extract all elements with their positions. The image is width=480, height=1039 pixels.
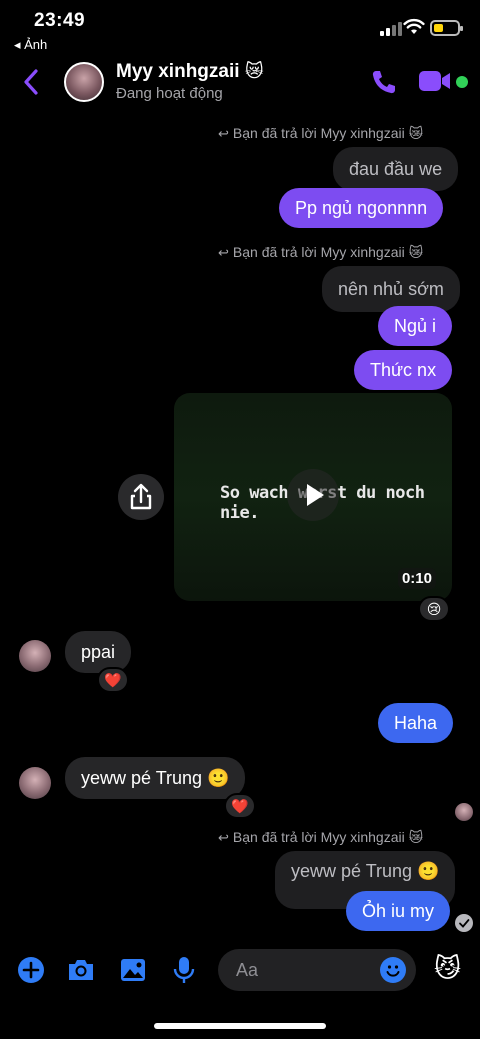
message-input[interactable]: Aa <box>218 949 416 991</box>
reply-label-text: Bạn đã trả lời Myy xinhgzaii 😿 <box>232 125 424 141</box>
contact-avatar-small[interactable] <box>19 640 51 672</box>
microphone-icon[interactable] <box>169 955 199 985</box>
cellular-signal-icon <box>380 22 402 36</box>
wifi-icon <box>403 18 425 34</box>
gallery-icon[interactable] <box>118 955 148 985</box>
received-message[interactable]: ppai <box>65 631 132 673</box>
contact-name[interactable]: Myy xinhgzaii 😿 <box>116 61 264 83</box>
emoji-icon[interactable] <box>380 957 406 983</box>
phone-call-icon[interactable] <box>370 68 398 96</box>
quick-reaction-button[interactable]: 😼 <box>434 953 461 984</box>
reply-label-text: Bạn đã trả lời Myy xinhgzaii 😿 <box>232 244 424 260</box>
battery-icon <box>430 20 463 36</box>
camera-icon[interactable] <box>66 955 96 985</box>
reply-label: ↩ Bạn đã trả lời Myy xinhgzaii 😿 <box>218 125 423 142</box>
reaction-badge[interactable]: ❤️ <box>224 793 256 819</box>
contact-emoji: 😿 <box>244 61 264 81</box>
contact-status: Đang hoạt động <box>116 85 223 102</box>
reply-arrow-icon: ↩ <box>218 126 229 141</box>
quoted-message[interactable]: đau đầu we <box>333 147 459 191</box>
home-indicator <box>154 1023 326 1029</box>
reply-arrow-icon: ↩ <box>218 830 229 845</box>
back-to-app-link[interactable]: ◂ Ảnh <box>14 37 47 53</box>
reaction-badge[interactable]: 😢 <box>418 596 450 622</box>
video-duration: 0:10 <box>397 568 436 589</box>
share-icon <box>130 483 152 510</box>
sent-message[interactable]: Ỏh iu my <box>346 891 451 931</box>
contact-avatar-small[interactable] <box>19 767 51 799</box>
message-placeholder: Aa <box>236 960 259 980</box>
reply-label: ↩ Bạn đã trả lời Myy xinhgzaii 😿 <box>218 244 423 261</box>
sent-message[interactable]: Pp ngủ ngonnnn <box>279 188 444 228</box>
back-chevron-icon[interactable] <box>18 66 44 98</box>
video-call-icon[interactable] <box>418 70 452 92</box>
reaction-badge[interactable]: ❤️ <box>97 667 129 693</box>
status-bar: 23:49 ◂ Ảnh <box>0 0 480 56</box>
chat-header: Myy xinhgzaii 😿 Đang hoạt động <box>0 56 480 108</box>
reply-label-text: Bạn đã trả lời Myy xinhgzaii 😿 <box>232 829 424 845</box>
quoted-message[interactable]: nên nhủ sớm <box>322 266 460 312</box>
received-message[interactable]: yeww pé Trung 🙂 <box>65 757 246 799</box>
contact-avatar[interactable] <box>64 62 104 102</box>
share-button[interactable] <box>118 474 164 520</box>
online-indicator <box>456 76 468 88</box>
contact-name-text: Myy xinhgzaii <box>116 61 240 82</box>
reply-arrow-icon: ↩ <box>218 245 229 260</box>
sent-message[interactable]: Haha <box>378 703 454 743</box>
reply-label: ↩ Bạn đã trả lời Myy xinhgzaii 😿 <box>218 829 423 846</box>
seen-avatar <box>455 803 473 821</box>
sent-message[interactable]: Ngủ i <box>378 306 453 346</box>
plus-icon[interactable] <box>16 955 46 985</box>
composer-bar: Aa 😼 <box>0 945 480 995</box>
status-time: 23:49 <box>34 10 86 31</box>
sent-message[interactable]: Thức nx <box>354 350 453 390</box>
video-message[interactable]: So wach warst du noch nie. 0:10 <box>174 393 452 601</box>
play-icon[interactable] <box>287 469 339 521</box>
delivered-check-icon <box>455 914 473 932</box>
